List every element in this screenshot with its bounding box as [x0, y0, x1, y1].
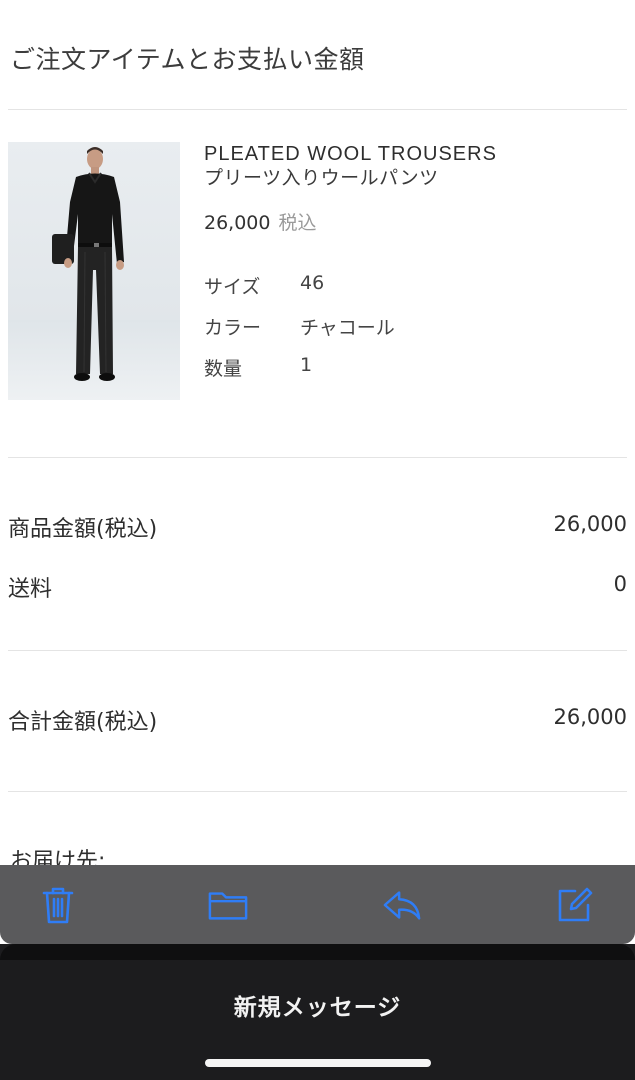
total-value: 26,000 — [553, 705, 627, 729]
email-view: ご注文アイテムとお支払い金額 PLEATED WOOL TROUSERS プリー… — [0, 0, 635, 1080]
spec-color-label: カラー — [204, 317, 262, 339]
price-value: 26,000 — [204, 212, 271, 234]
new-message-title[interactable]: 新規メッセージ — [0, 988, 635, 1022]
shipping-value: 0 — [613, 572, 627, 596]
divider — [8, 457, 627, 458]
spec-size-value: 46 — [300, 272, 325, 294]
spec-size-label: サイズ — [204, 276, 261, 298]
product-name-ja[interactable]: プリーツ入りウールパンツ — [204, 163, 439, 190]
divider — [8, 650, 627, 651]
total-label: 合計金額(税込) — [8, 710, 158, 735]
subtotal-value: 26,000 — [553, 512, 627, 536]
product-image[interactable] — [8, 142, 180, 400]
folder-icon[interactable] — [208, 885, 248, 925]
divider — [8, 109, 627, 110]
home-indicator[interactable] — [205, 1059, 431, 1067]
shipping-label: 送料 — [8, 577, 53, 602]
subtotal-label: 商品金額(税込) — [8, 517, 158, 542]
spec-quantity-value: 1 — [300, 354, 313, 376]
compose-icon[interactable] — [554, 885, 594, 925]
mail-toolbar — [0, 865, 635, 944]
price-tax-label: 税込 — [278, 212, 317, 234]
spec-quantity-label: 数量 — [204, 358, 243, 380]
section-title: ご注文アイテムとお支払い金額 — [10, 45, 365, 74]
reply-icon[interactable] — [382, 885, 422, 925]
divider — [8, 791, 627, 792]
product-price: 26,000 税込 — [204, 208, 317, 235]
spec-color-value: チャコール — [300, 317, 395, 339]
trash-icon[interactable] — [38, 885, 78, 925]
